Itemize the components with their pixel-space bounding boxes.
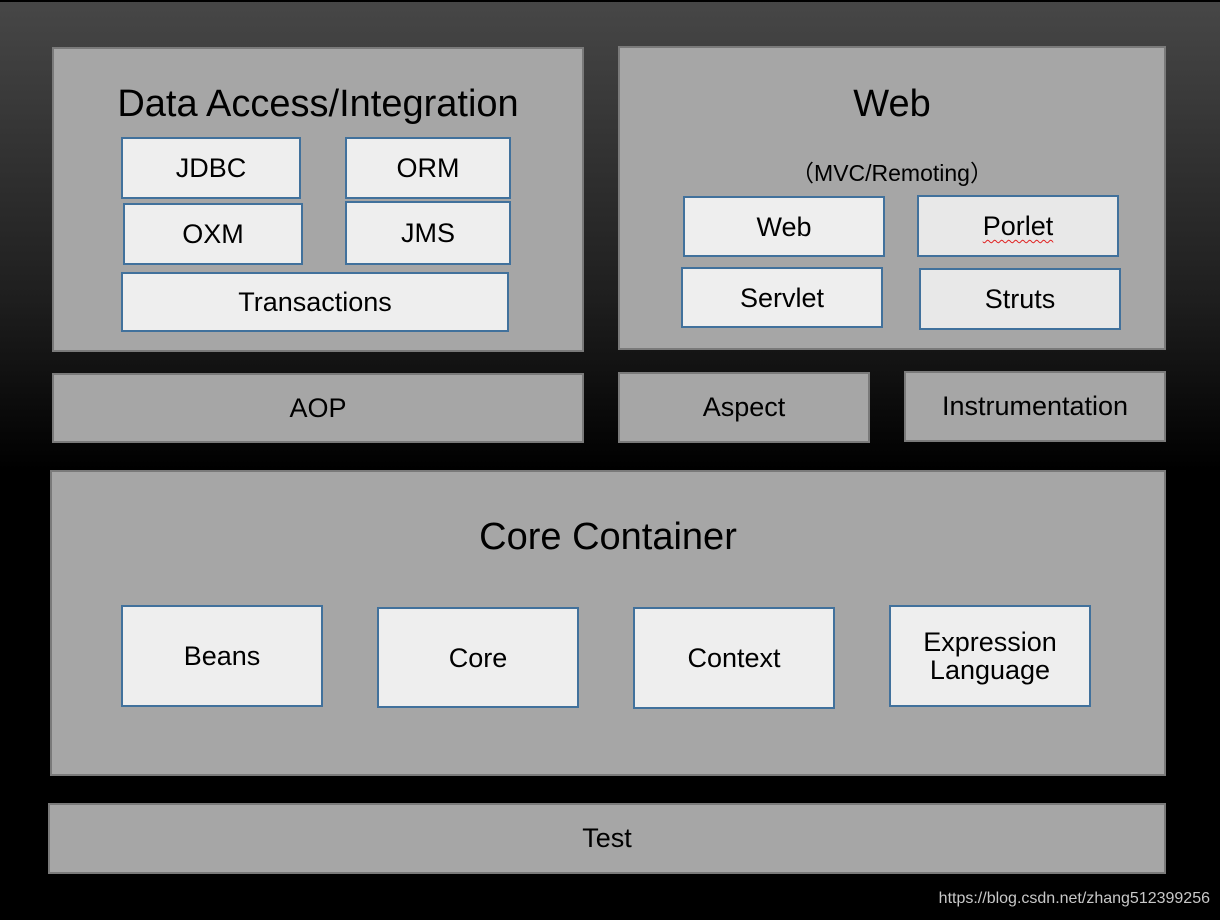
module-core: Core bbox=[377, 607, 579, 708]
module-context: Context bbox=[633, 607, 835, 709]
module-porlet: Porlet bbox=[917, 195, 1119, 257]
data-access-title: Data Access/Integration bbox=[117, 83, 519, 125]
module-oxm: OXM bbox=[123, 203, 303, 265]
web-title: Web bbox=[853, 83, 931, 125]
aop-layer: AOP bbox=[52, 373, 584, 443]
module-orm: ORM bbox=[345, 137, 511, 199]
web-subtitle: （MVC/Remoting） bbox=[791, 160, 993, 186]
module-porlet-label: Porlet bbox=[982, 211, 1054, 241]
module-expression-language: Expression Language bbox=[889, 605, 1091, 707]
module-transactions: Transactions bbox=[121, 272, 509, 332]
module-servlet: Servlet bbox=[681, 267, 883, 328]
module-web: Web bbox=[683, 196, 885, 257]
module-beans: Beans bbox=[121, 605, 323, 707]
module-jdbc: JDBC bbox=[121, 137, 301, 199]
top-border bbox=[0, 0, 1220, 2]
core-container-title: Core Container bbox=[479, 516, 737, 558]
aspect-layer: Aspect bbox=[618, 372, 870, 443]
module-jms: JMS bbox=[345, 201, 511, 265]
watermark: https://blog.csdn.net/zhang512399256 bbox=[938, 890, 1210, 907]
module-struts: Struts bbox=[919, 268, 1121, 330]
test-layer: Test bbox=[48, 803, 1166, 874]
instrumentation-layer: Instrumentation bbox=[904, 371, 1166, 442]
